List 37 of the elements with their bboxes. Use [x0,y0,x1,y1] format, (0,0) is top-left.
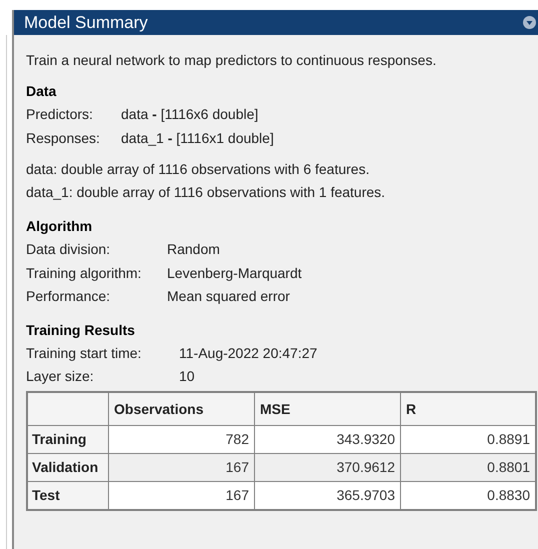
section-heading: Data [26,82,58,101]
column-header: R [400,392,536,425]
field-label: Performance: [26,287,112,306]
table-cell: 0.8801 [400,453,536,481]
row-header: Validation [27,453,108,481]
field-label: Data division: [26,240,112,259]
field-value: Levenberg-Marquardt [167,264,302,283]
collapse-icon[interactable] [523,16,536,29]
table-cell: 370.9612 [254,453,400,481]
panel-title: Model Summary [24,12,148,32]
field-label: Training algorithm: [26,264,142,283]
table-cell: 782 [108,425,254,453]
field-value: Random [167,240,220,259]
description: Train a neural network to map predictors to continuous responses. [26,51,438,70]
field-value: Mean squared error [167,287,290,306]
field-label: Training start time: [26,344,142,363]
data-note: data_1: double array of 1116 observations with 1 features. [26,183,386,202]
field-label: Predictors: [26,105,94,124]
field-value: data_1 - [1116x1 double] [121,128,274,148]
table-cell: 343.9320 [254,425,400,453]
column-header: Observations [108,392,254,425]
row-header: Training [27,425,108,453]
section-heading: Training Results [26,320,136,340]
table-cell: 0.8830 [400,481,536,510]
table-cell: 0.8891 [400,425,536,453]
field-value: data - [1116x6 double] [121,105,258,124]
field-value: 10 [179,367,195,386]
field-label: Responses: [26,128,101,148]
table-cell: 167 [108,453,254,481]
table-cell: 167 [108,481,254,510]
column-header: MSE [254,392,400,425]
section-heading: Algorithm [26,217,94,236]
field-label: Layer size: [26,367,95,386]
data-note: data: double array of 1116 observations with 6 features. [26,160,370,179]
field-value: 11-Aug-2022 20:47:27 [179,344,318,363]
table-cell: 365.9703 [254,481,400,510]
row-header: Test [27,481,108,510]
